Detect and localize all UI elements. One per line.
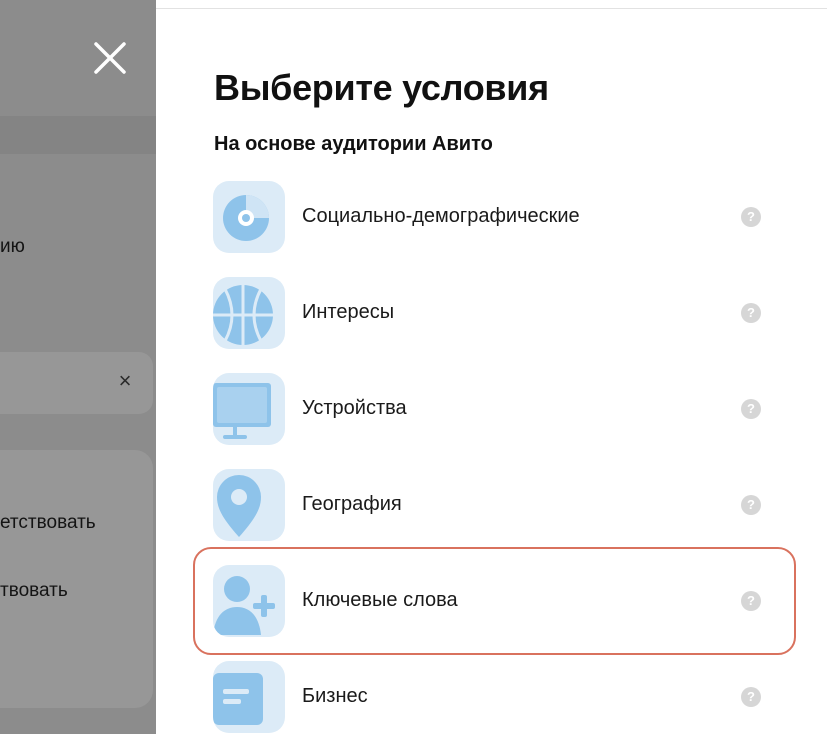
monitor-icon (213, 373, 285, 445)
help-icon[interactable]: ? (741, 207, 761, 227)
condition-label: Социально-демографические (302, 205, 580, 227)
condition-item-keywords[interactable]: Ключевые слова ? (193, 547, 796, 655)
basketball-icon (213, 277, 285, 349)
clear-icon: × (118, 368, 132, 393)
condition-item-geography[interactable]: География ? (196, 457, 796, 553)
condition-label: География (302, 493, 402, 515)
help-icon[interactable]: ? (741, 399, 761, 419)
pie-chart-icon (213, 181, 285, 253)
background-text: твовать (0, 580, 68, 601)
close-button[interactable] (88, 36, 132, 80)
help-icon[interactable]: ? (741, 495, 761, 515)
close-icon (94, 42, 126, 74)
condition-item-social-demographic[interactable]: Социально-демографические ? (196, 169, 796, 265)
condition-label: Бизнес (302, 685, 368, 707)
id-card-icon (213, 661, 285, 733)
condition-label: Устройства (302, 397, 407, 419)
map-pin-icon (213, 469, 285, 541)
section-title: На основе аудитории Авито (214, 133, 493, 155)
background-card (0, 450, 153, 708)
condition-item-business[interactable]: Бизнес ? (196, 649, 796, 734)
user-plus-icon (213, 565, 285, 637)
help-icon[interactable]: ? (741, 303, 761, 323)
condition-item-interests[interactable]: Интересы ? (196, 265, 796, 361)
page-title: Выберите условия (214, 67, 549, 108)
help-icon[interactable]: ? (741, 591, 761, 611)
background-text: етствовать (0, 512, 96, 533)
background-overlay: ию × етствовать твовать (0, 0, 156, 734)
condition-label: Ключевые слова (302, 589, 458, 611)
help-icon[interactable]: ? (741, 687, 761, 707)
condition-item-devices[interactable]: Устройства ? (196, 361, 796, 457)
background-text: ию (0, 236, 25, 257)
conditions-panel: Выберите условия На основе аудитории Ави… (156, 9, 827, 734)
condition-label: Интересы (302, 301, 395, 323)
background-strip (0, 116, 156, 154)
